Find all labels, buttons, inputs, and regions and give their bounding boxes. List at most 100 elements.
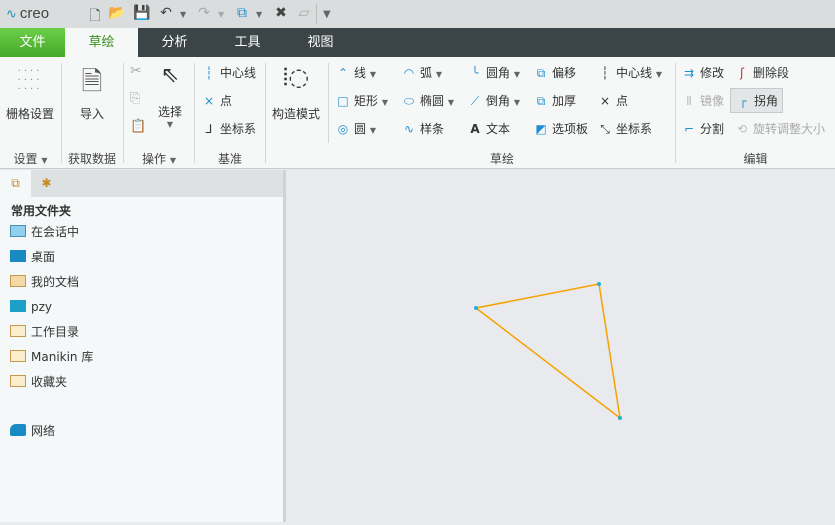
sketch-canvas[interactable] [286,170,835,522]
ribbon-tabs: 文件 草绘 分析 工具 视图 [0,28,835,57]
divide-button[interactable]: ⌐ 分割 [681,120,724,137]
folder-in-session[interactable]: 在会话中 [10,222,79,242]
save-icon[interactable]: 💾 [133,5,151,21]
spline-button[interactable]: ∿ 样条 [401,120,444,137]
arc-icon: ◠ [403,66,415,80]
divider [316,4,317,24]
arc-button[interactable]: ◠ 弧 ▼ [401,64,442,81]
delete-segment-button[interactable]: ʃ 删除段 [734,64,789,81]
sketch-csys-button[interactable]: ⤡ 坐标系 [597,120,652,137]
triangle-sketch[interactable] [474,283,622,420]
favorites-tab-icon[interactable]: ✱ [31,170,62,197]
group-sketching: 草绘 [489,152,514,166]
folder-pzy[interactable]: pzy [10,297,52,317]
offset-icon: ⧉ [536,66,546,80]
line-button[interactable]: ⌃ 线 ▼ [335,64,376,81]
ribbon: ···· ···· ···· 栅格设置 设置 ▼ 🗎 导入 获取数据 ✂ ⎘ 📋 ⇖… [0,57,835,169]
group-operations[interactable]: 操作 ▼ [124,150,194,167]
group-setup[interactable]: 设置 ▼ [0,150,61,167]
computer-icon [10,300,26,312]
vertex-point[interactable] [618,416,622,420]
tab-file[interactable]: 文件 [0,28,65,57]
model-tree-tab-icon[interactable]: ⧉ [0,170,31,197]
group-editing: 编辑 [743,152,768,166]
library-folder-icon [10,350,26,362]
fillet-icon: ╰ [471,66,479,80]
chevron-down-icon: ▼ [166,120,174,129]
sketch-graphics [474,282,622,420]
construction-icon: ⦙◌ [282,63,310,91]
datum-point-button[interactable]: × 点 [201,92,232,109]
group-datum: 基准 [217,152,242,166]
folder-favorites[interactable]: 收藏夹 [10,372,67,392]
datum-csys-button[interactable]: ⅃ 坐标系 [201,120,256,137]
open-icon[interactable]: 📂 [108,5,126,21]
new-icon[interactable]: 🗋 [86,5,104,29]
vertex-point[interactable] [474,306,478,310]
tab-sketch[interactable]: 草绘 [65,28,138,57]
chamfer-button[interactable]: ⟋ 倒角 ▼ [467,92,520,109]
ellipse-button[interactable]: ⬭ 椭圆 ▼ [401,92,454,109]
corner-button[interactable]: ┌ 拐角 [730,88,784,113]
corner-icon: ┌ [739,94,747,108]
csys-icon: ⅃ [205,122,213,136]
folder-working-directory[interactable]: 工作目录 [10,322,79,342]
point-icon: × [203,94,215,108]
circle-icon: ◎ [337,122,349,136]
fillet-button[interactable]: ╰ 圆角 ▼ [467,64,520,81]
point-icon: × [599,94,611,108]
grid-settings-button[interactable]: ···· ···· ···· 栅格设置 [2,63,58,122]
text-icon: A [470,122,480,136]
tab-tools[interactable]: 工具 [211,28,284,57]
thicken-button[interactable]: ⧉ 加厚 [533,92,576,109]
redo-icon[interactable]: ↷ [195,5,213,21]
panel-tabs: ⧉ ✱ [0,170,283,197]
folder-my-documents[interactable]: 我的文档 [10,272,79,292]
working-folder-icon [10,325,26,337]
vertex-point[interactable] [597,282,601,286]
network-icon [10,424,26,436]
window-icon[interactable]: ⧉ [233,5,251,21]
construction-mode-button[interactable]: ⦙◌ 构造模式 [268,63,324,122]
import-label: 导入 [79,107,104,121]
folder-manikin-library[interactable]: Manikin 库 [10,347,93,367]
cut-icon: ✂ [130,63,142,79]
rectangle-button[interactable]: □ 矩形 ▼ [335,92,388,109]
close-window-icon[interactable]: ✖ [272,5,290,21]
chamfer-icon: ⟋ [470,94,480,108]
import-button[interactable]: 🗎 导入 [64,63,120,122]
monitor-icon [10,225,26,237]
modify-button[interactable]: ⇉ 修改 [681,64,724,81]
tab-view[interactable]: 视图 [284,28,357,57]
window-dropdown-icon[interactable]: ▼ [256,10,262,19]
sketch-centerline-button[interactable]: ┆ 中心线 ▼ [597,64,662,81]
redo-dropdown-icon[interactable]: ▼ [218,10,224,19]
datum-centerline-button[interactable]: ┆ 中心线 [201,64,256,81]
tab-analysis[interactable]: 分析 [138,28,211,57]
cursor-icon: ⇖ [160,63,180,88]
folders-title: 常用文件夹 [11,204,72,218]
folder-desktop[interactable]: 桌面 [10,247,55,267]
modify-icon: ⇉ [683,66,695,80]
select-label: 选择 [157,105,182,119]
thicken-icon: ⧉ [536,94,546,108]
rotate-resize-button: ⟲ 旋转调整大小 [734,120,825,137]
favorites-folder-icon [10,375,26,387]
desktop-icon [10,250,26,262]
undo-icon[interactable]: ↶ [157,5,175,21]
customize-icon[interactable]: ▼ [323,9,331,20]
text-button[interactable]: A 文本 [467,120,510,137]
mirror-button: ⫴ 镜像 [681,92,724,109]
documents-folder-icon [10,275,26,287]
sketch-point-button[interactable]: × 点 [597,92,628,109]
centerline-icon: ┆ [205,66,213,80]
copy-icon: ⎘ [130,91,141,106]
undo-dropdown-icon[interactable]: ▼ [180,10,186,19]
palette-button[interactable]: ◩ 选项板 [533,120,588,137]
title-bar: ∿ creo 🗋 📂 💾 ↶ ▼ ↷ ▼ ⧉ ▼ ✖ ▱ ▼ [0,0,835,28]
circle-button[interactable]: ◎ 圆 ▼ [335,120,376,137]
offset-button[interactable]: ⧉ 偏移 [533,64,576,81]
delete-segment-icon: ʃ [739,66,745,80]
select-button[interactable]: ⇖ 选择 ▼ [152,63,188,129]
folder-network[interactable]: 网络 [10,421,55,441]
